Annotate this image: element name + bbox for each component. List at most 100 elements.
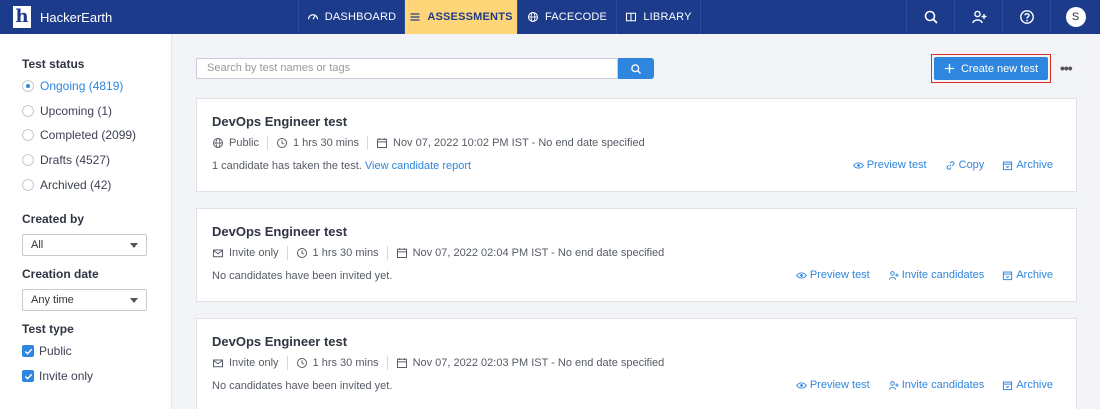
- type-public[interactable]: Public: [22, 344, 72, 358]
- globe-icon: [213, 138, 223, 148]
- view-candidate-report-link[interactable]: View candidate report: [365, 160, 471, 172]
- brand-name: HackerEarth: [40, 9, 113, 25]
- status-ongoing[interactable]: Ongoing (4819): [22, 79, 123, 93]
- archive-icon: [1003, 271, 1013, 280]
- more-options-button[interactable]: •••: [1060, 60, 1073, 76]
- test-status-heading: Test status: [22, 57, 85, 71]
- checkbox[interactable]: [22, 370, 34, 382]
- copy-label: Copy: [958, 159, 985, 171]
- preview-test-label: Preview test: [866, 159, 927, 171]
- archive-link[interactable]: Archive: [1002, 269, 1053, 281]
- create-new-test-label: Create new test: [960, 62, 1039, 75]
- status-completed[interactable]: Completed (2099): [22, 128, 136, 142]
- archive-link[interactable]: Archive: [1002, 159, 1053, 171]
- visibility: Invite only: [212, 357, 279, 369]
- status-drafts[interactable]: Drafts (4527): [22, 153, 110, 167]
- archive-label: Archive: [1016, 379, 1053, 391]
- nav-right: S: [906, 0, 1100, 34]
- visibility: Public: [212, 137, 259, 149]
- schedule: Nov 07, 2022 02:03 PM IST - No end date …: [396, 357, 665, 369]
- status-label: Drafts (4527): [40, 153, 111, 167]
- preview-test-link[interactable]: Preview test: [795, 269, 870, 281]
- type-invite-only[interactable]: Invite only: [22, 369, 93, 383]
- test-title[interactable]: DevOps Engineer test: [212, 224, 347, 239]
- search-input[interactable]: Search by test names or tags: [196, 58, 618, 79]
- card-actions: Preview test Copy Archive: [852, 159, 1053, 171]
- radio-button[interactable]: [22, 105, 34, 117]
- copy-link[interactable]: Copy: [945, 159, 985, 171]
- mail-icon: [213, 359, 223, 368]
- schedule-label: Nov 07, 2022 10:02 PM IST - No end date …: [393, 137, 645, 149]
- add-user-button[interactable]: [954, 0, 1002, 34]
- status-upcoming[interactable]: Upcoming (1): [22, 104, 112, 118]
- visibility-label: Invite only: [229, 247, 279, 259]
- radio-button[interactable]: [22, 179, 34, 191]
- nav-facecode[interactable]: FACECODE: [517, 0, 616, 34]
- candidate-status: No candidates have been invited yet.: [212, 380, 392, 392]
- divider: [266, 136, 268, 150]
- search-icon: [631, 63, 642, 74]
- search-submit-button[interactable]: [618, 58, 654, 79]
- test-meta: Public 1 hrs 30 mins Nov 07, 2022 10:02 …: [212, 136, 645, 150]
- candidate-status: 1 candidate has taken the test. View can…: [212, 160, 471, 172]
- invite-candidates-link[interactable]: Invite candidates: [888, 379, 984, 391]
- mail-icon: [213, 249, 223, 258]
- schedule-label: Nov 07, 2022 02:03 PM IST - No end date …: [412, 357, 665, 369]
- create-new-test-highlight: Create new test: [931, 54, 1051, 83]
- duration-label: 1 hrs 30 mins: [312, 357, 379, 369]
- add-user-icon: [888, 380, 899, 390]
- test-card: DevOps Engineer test Invite only 1 hrs 3…: [196, 318, 1077, 409]
- invite-candidates-label: Invite candidates: [901, 269, 985, 281]
- card-actions: Preview test Invite candidates Archive: [795, 269, 1053, 281]
- archive-label: Archive: [1016, 159, 1053, 171]
- created-by-select[interactable]: All: [22, 234, 147, 256]
- search-button[interactable]: [906, 0, 954, 34]
- create-new-test-button[interactable]: Create new test: [934, 57, 1048, 80]
- schedule: Nov 07, 2022 02:04 PM IST - No end date …: [396, 247, 665, 259]
- avatar: S: [1065, 7, 1086, 27]
- brand[interactable]: h HackerEarth: [0, 0, 298, 34]
- created-by-heading: Created by: [22, 212, 85, 226]
- archive-icon: [1003, 381, 1013, 390]
- schedule-label: Nov 07, 2022 02:04 PM IST - No end date …: [412, 247, 665, 259]
- nav-assessments[interactable]: ASSESSMENTS: [404, 0, 517, 34]
- clock-icon: [276, 138, 287, 148]
- calendar-icon: [377, 138, 387, 148]
- nav-library[interactable]: LIBRARY: [616, 0, 701, 34]
- help-button[interactable]: [1002, 0, 1050, 34]
- status-label: Archived (42): [40, 178, 112, 192]
- nav-dashboard-label: DASHBOARD: [324, 11, 397, 23]
- creation-date-select[interactable]: Any time: [22, 289, 147, 311]
- radio-button[interactable]: [22, 129, 34, 141]
- checkbox[interactable]: [22, 345, 34, 357]
- invite-candidates-link[interactable]: Invite candidates: [888, 269, 985, 281]
- preview-test-link[interactable]: Preview test: [795, 379, 870, 391]
- clock-icon: [296, 248, 307, 258]
- visibility: Invite only: [212, 247, 279, 259]
- test-type-heading: Test type: [22, 322, 74, 336]
- divider: [286, 246, 288, 260]
- test-card: DevOps Engineer test Invite only 1 hrs 3…: [196, 208, 1077, 302]
- divider: [386, 356, 388, 370]
- test-title[interactable]: DevOps Engineer test: [212, 114, 347, 129]
- avatar-button[interactable]: S: [1050, 0, 1100, 34]
- status-text: No candidates have been invited yet.: [212, 380, 393, 392]
- nav-facecode-label: FACECODE: [544, 11, 608, 23]
- duration: 1 hrs 30 mins: [296, 357, 379, 369]
- divider: [286, 356, 288, 370]
- main-nav: DASHBOARD ASSESSMENTS FACECODE LIBRARY: [298, 0, 701, 34]
- radio-button[interactable]: [22, 154, 34, 166]
- nav-dashboard[interactable]: DASHBOARD: [298, 0, 404, 34]
- caret-down-icon: [130, 298, 138, 303]
- preview-test-link[interactable]: Preview test: [852, 159, 927, 171]
- top-navbar: h HackerEarth DASHBOARD ASSESSMENTS FACE…: [0, 0, 1100, 34]
- radio-button[interactable]: [22, 80, 34, 92]
- list-icon: [410, 13, 420, 21]
- archive-link[interactable]: Archive: [1002, 379, 1053, 391]
- test-meta: Invite only 1 hrs 30 mins Nov 07, 2022 0…: [212, 356, 664, 370]
- creation-date-heading: Creation date: [22, 267, 99, 281]
- test-title[interactable]: DevOps Engineer test: [212, 334, 347, 349]
- test-meta: Invite only 1 hrs 30 mins Nov 07, 2022 0…: [212, 246, 664, 260]
- status-archived[interactable]: Archived (42): [22, 178, 111, 192]
- visibility-label: Invite only: [229, 357, 279, 369]
